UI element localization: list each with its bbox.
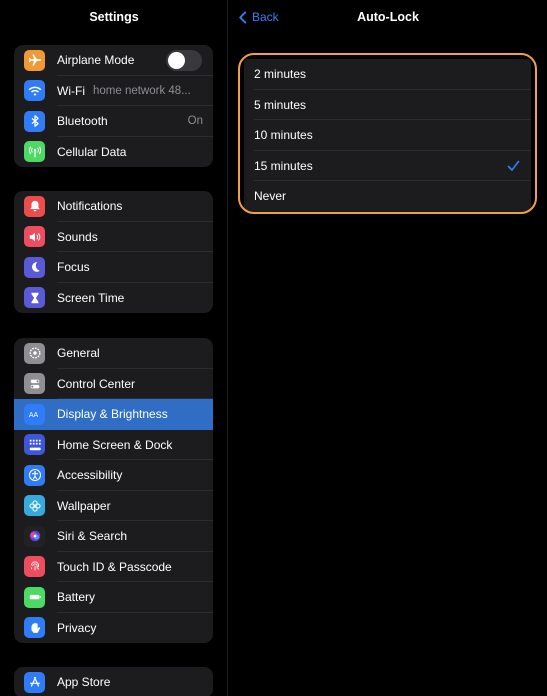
option-5-minutes[interactable]: 5 minutes [244, 90, 531, 120]
sidebar-item-sounds[interactable]: Sounds [14, 222, 213, 252]
sidebar-item-label: Privacy [57, 620, 97, 635]
switches-icon [24, 373, 45, 395]
flower-icon [24, 495, 45, 517]
sidebar-item-label: Airplane Mode [57, 53, 135, 68]
sidebar-item-wallpaper[interactable]: Wallpaper [14, 491, 213, 521]
battery-icon [24, 586, 45, 608]
sidebar-item-label: Notifications [57, 199, 123, 214]
sidebar-item-label: Wallpaper [57, 498, 111, 513]
page-title: Auto-Lock [357, 10, 419, 24]
sidebar-group-store: App Store [14, 667, 213, 696]
option-never[interactable]: Never [244, 181, 531, 212]
sidebar-item-label: Display & Brightness [57, 407, 168, 422]
accessibility-icon [24, 464, 45, 486]
option-2-minutes[interactable]: 2 minutes [244, 59, 531, 90]
svg-text:AA: AA [28, 412, 38, 419]
sidebar-item-label: Cellular Data [57, 144, 127, 159]
option-15-minutes[interactable]: 15 minutes [244, 151, 531, 181]
fingerprint-icon [24, 556, 45, 578]
text-size-icon: AA [24, 403, 45, 425]
home-grid-icon [24, 434, 45, 456]
sidebar-item-home-screen-dock[interactable]: Home Screen & Dock [14, 430, 213, 460]
settings-sidebar: Settings Airplane Mode Wi-Fi home networ… [0, 0, 228, 696]
sidebar-item-screen-time[interactable]: Screen Time [14, 283, 213, 314]
hourglass-icon [24, 287, 45, 309]
sidebar-item-accessibility[interactable]: Accessibility [14, 460, 213, 491]
sidebar-item-siri-search[interactable]: Siri & Search [14, 521, 213, 552]
sidebar-group-notifications: Notifications Sounds Focus Screen Time [14, 191, 213, 313]
sidebar-item-label: Bluetooth [57, 114, 108, 129]
bluetooth-status-value: On [187, 115, 203, 128]
airplane-icon [24, 49, 45, 71]
option-label: 5 minutes [254, 97, 307, 112]
option-label: 10 minutes [254, 128, 313, 143]
sidebar-item-touch-id-passcode[interactable]: Touch ID & Passcode [14, 552, 213, 582]
sidebar-item-wifi[interactable]: Wi-Fi home network 48... [14, 76, 213, 106]
option-label: 15 minutes [254, 158, 313, 173]
sidebar-item-notifications[interactable]: Notifications [14, 191, 213, 222]
sidebar-item-label: Accessibility [57, 468, 123, 483]
gear-icon [24, 342, 45, 364]
sidebar-item-cellular-data[interactable]: Cellular Data [14, 137, 213, 168]
sidebar-item-label: Control Center [57, 376, 136, 391]
sidebar-item-battery[interactable]: Battery [14, 582, 213, 613]
hand-icon [24, 617, 45, 639]
sidebar-item-privacy[interactable]: Privacy [14, 613, 213, 644]
sidebar-item-app-store[interactable]: App Store [14, 667, 213, 696]
bell-icon [24, 195, 45, 217]
sidebar-group-connectivity: Airplane Mode Wi-Fi home network 48... B… [14, 45, 213, 167]
sidebar-item-label: General [57, 346, 100, 361]
moon-icon [24, 256, 45, 278]
sidebar-item-focus[interactable]: Focus [14, 252, 213, 283]
sidebar-item-label: Wi-Fi [57, 83, 85, 98]
sidebar-title: Settings [89, 10, 139, 24]
sidebar-item-label: Touch ID & Passcode [57, 559, 172, 574]
sidebar-item-display-brightness[interactable]: AA Display & Brightness [14, 399, 213, 430]
bluetooth-icon [24, 110, 45, 132]
sidebar-item-general[interactable]: General [14, 338, 213, 369]
auto-lock-panel: Back Auto-Lock 2 minutes 5 minutes 10 mi… [229, 0, 547, 696]
sidebar-item-label: Sounds [57, 229, 98, 244]
toggle-knob [168, 51, 185, 69]
sidebar-item-label: Focus [57, 260, 90, 275]
sidebar-item-label: App Store [57, 675, 111, 690]
sidebar-item-airplane-mode[interactable]: Airplane Mode [14, 45, 213, 76]
siri-icon [24, 525, 45, 547]
sidebar-item-label: Screen Time [57, 290, 125, 305]
wifi-icon [24, 80, 45, 102]
app-store-icon [24, 671, 45, 693]
option-10-minutes[interactable]: 10 minutes [244, 120, 531, 151]
speaker-icon [24, 226, 45, 248]
sidebar-item-bluetooth[interactable]: Bluetooth On [14, 106, 213, 137]
sidebar-item-control-center[interactable]: Control Center [14, 369, 213, 399]
auto-lock-options-list: 2 minutes 5 minutes 10 minutes 15 minute… [244, 59, 531, 212]
checkmark-icon [507, 160, 520, 171]
sidebar-group-general: General Control Center AA Display & Brig… [14, 338, 213, 643]
option-label: Never [254, 189, 287, 204]
airplane-mode-toggle[interactable] [166, 49, 202, 71]
cellular-icon [24, 141, 45, 163]
sidebar-item-label: Battery [57, 590, 96, 605]
option-label: 2 minutes [254, 67, 307, 82]
sidebar-item-label: Home Screen & Dock [57, 437, 173, 452]
sidebar-item-label: Siri & Search [57, 529, 128, 544]
wifi-network-value: home network 48... [92, 84, 191, 97]
